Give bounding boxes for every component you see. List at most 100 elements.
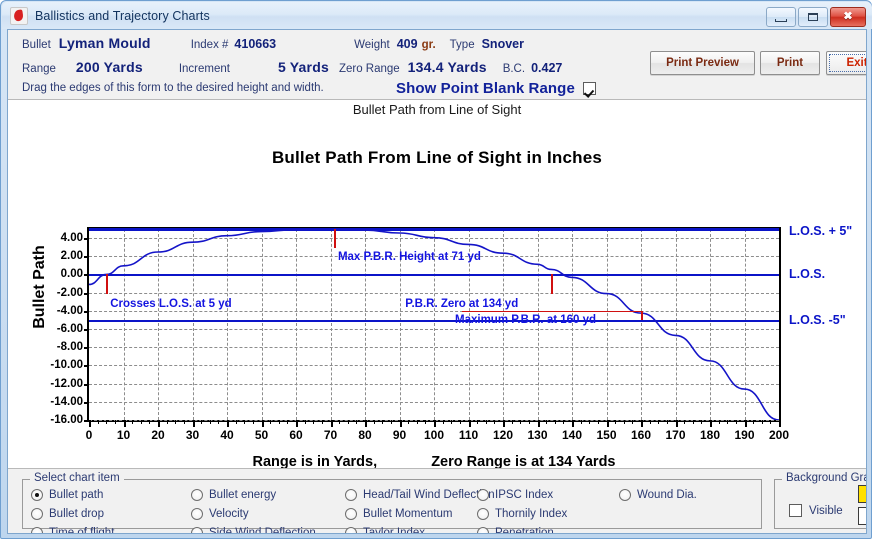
radio-penetration[interactable]: Penetration	[477, 527, 554, 533]
increment-value: 5 Yards	[277, 59, 329, 75]
y-tick-label: -8.00	[56, 341, 83, 354]
annotation-marker	[551, 274, 554, 295]
window-controls: ✖	[766, 7, 866, 27]
x-tick-label: 190	[734, 428, 755, 442]
restore-button[interactable]	[798, 7, 828, 27]
client-area: Bullet Lyman Mould Index # 410663 Weight…	[7, 29, 867, 534]
radio-ipsc-index[interactable]: IPSC Index	[477, 489, 553, 501]
x-tick-mark	[710, 420, 712, 427]
range-value: 200 Yards	[75, 59, 143, 75]
x-tick-mark	[692, 420, 694, 424]
x-tick-mark	[123, 420, 126, 427]
chart-title: Bullet Path From Line of Sight in Inches	[271, 148, 603, 167]
y-tick-label: 4.00	[60, 232, 83, 245]
x-tick-mark	[554, 420, 556, 424]
x-tick-mark	[416, 420, 418, 424]
bc-value: 0.427	[531, 61, 563, 75]
x-tick-mark	[770, 420, 772, 424]
minimize-button[interactable]	[766, 7, 796, 27]
print-label: Print	[776, 57, 804, 69]
x-tick-label: 140	[561, 428, 583, 442]
radio-label: Thornily Index	[495, 508, 568, 520]
x-tick-mark	[641, 420, 643, 427]
radio-thornily-index[interactable]: Thornily Index	[477, 508, 567, 520]
radio-dot[interactable]	[191, 508, 203, 520]
x-tick-mark	[442, 420, 444, 424]
radio-taylor-index[interactable]: Taylor Index	[345, 527, 426, 534]
bg-visible-row[interactable]: Visible	[789, 504, 843, 517]
bg-visible-checkbox[interactable]	[789, 504, 802, 517]
exit-button[interactable]: Exit	[826, 51, 866, 75]
plot-area[interactable]: 4.00 2.00 0.00 -2.00 -4.00 -6.00 -8.00 -10.00 -1…	[50, 224, 852, 442]
gradient-swatch-bottom[interactable]	[858, 507, 866, 525]
close-button[interactable]: ✖	[830, 7, 866, 27]
show-pbr-checkbox[interactable]	[582, 82, 596, 95]
radio-dot[interactable]	[477, 489, 489, 501]
y-tick-label: 2.00	[60, 250, 83, 263]
y-tick-label: -4.00	[56, 304, 83, 317]
x-tick-label: 160	[630, 428, 652, 442]
radio-dot[interactable]	[477, 508, 489, 520]
radio-dot[interactable]	[31, 527, 43, 533]
radio-dot[interactable]	[191, 527, 203, 533]
radio-bullet-momentum[interactable]: Bullet Momentum	[345, 508, 452, 520]
radio-dot[interactable]	[345, 527, 357, 533]
bullet-label: Bullet	[22, 39, 51, 51]
reference-line-label: L.O.S. + 5"	[789, 224, 853, 238]
x-tick-mark	[649, 420, 651, 424]
bottom-panel: Select chart item Bullet path Bullet drop…	[8, 468, 866, 533]
gradient-swatch-top[interactable]	[858, 485, 866, 503]
radio-dot[interactable]	[345, 489, 357, 501]
x-tick-mark	[399, 420, 402, 427]
radio-head-tail-wind-deflection[interactable]: Head/Tail Wind Deflection	[345, 489, 495, 501]
x-tick-mark	[606, 420, 609, 427]
radio-bullet-path[interactable]: Bullet path	[31, 489, 103, 501]
radio-label: Bullet drop	[49, 508, 104, 520]
radio-dot[interactable]	[31, 508, 43, 520]
radio-label: IPSC Index	[495, 489, 554, 501]
x-tick-mark	[753, 420, 755, 424]
x-tick-mark	[201, 420, 203, 424]
print-preview-button[interactable]: Print Preview	[650, 51, 755, 75]
x-tick-label: 60	[289, 428, 303, 442]
x-tick-mark	[390, 420, 392, 424]
chart-region: Bullet Path from Line of Sight Bullet Pa…	[8, 100, 866, 470]
print-button[interactable]: Print	[760, 51, 820, 75]
title-bar: Ballistics and Trajectory Charts ✖	[2, 2, 872, 29]
x-tick-mark	[761, 420, 763, 424]
x-tick-mark	[735, 420, 737, 424]
x-tick-label: 50	[254, 428, 269, 442]
x-tick-mark	[451, 420, 453, 424]
weight-label: Weight	[354, 39, 390, 51]
resize-hint: Drag the edges of this form to the desir…	[22, 82, 324, 94]
radio-dot[interactable]	[619, 489, 631, 501]
radio-dot[interactable]	[31, 489, 43, 501]
x-tick-mark	[615, 420, 617, 424]
type-value: Snover	[481, 37, 524, 51]
range-label: Range	[22, 63, 56, 75]
radio-dot[interactable]	[191, 489, 203, 501]
radio-dot[interactable]	[345, 508, 357, 520]
radio-label: Taylor Index	[363, 527, 426, 534]
radio-dot[interactable]	[477, 527, 489, 533]
close-icon: ✖	[843, 10, 853, 23]
radio-side-wind-deflection[interactable]: Side Wind Deflection	[191, 527, 316, 533]
radio-velocity[interactable]: Velocity	[191, 508, 249, 520]
show-point-blank-range-row[interactable]: Show Point Blank Range	[396, 80, 596, 97]
x-tick-mark	[459, 420, 461, 424]
select-chart-item-title: Select chart item	[30, 472, 124, 484]
x-tick-mark	[330, 420, 333, 427]
radio-bullet-energy[interactable]: Bullet energy	[191, 489, 276, 501]
x-tick-label: 100	[423, 428, 445, 442]
x-tick-mark	[425, 420, 427, 424]
radio-bullet-drop[interactable]: Bullet drop	[31, 508, 104, 520]
radio-wound-dia[interactable]: Wound Dia.	[619, 489, 697, 501]
weight-value: 409	[396, 37, 418, 51]
radio-time-of-flight[interactable]: Time of flight	[31, 527, 114, 533]
window-title: Ballistics and Trajectory Charts	[35, 8, 210, 23]
info-row-2: Range 200 Yards Increment 5 Yards Zero R…	[22, 59, 562, 75]
x-tick-mark	[658, 420, 660, 424]
zero-range-label: Zero Range	[338, 63, 400, 75]
x-tick-mark	[520, 420, 522, 424]
bc-label: B.C.	[502, 63, 526, 75]
